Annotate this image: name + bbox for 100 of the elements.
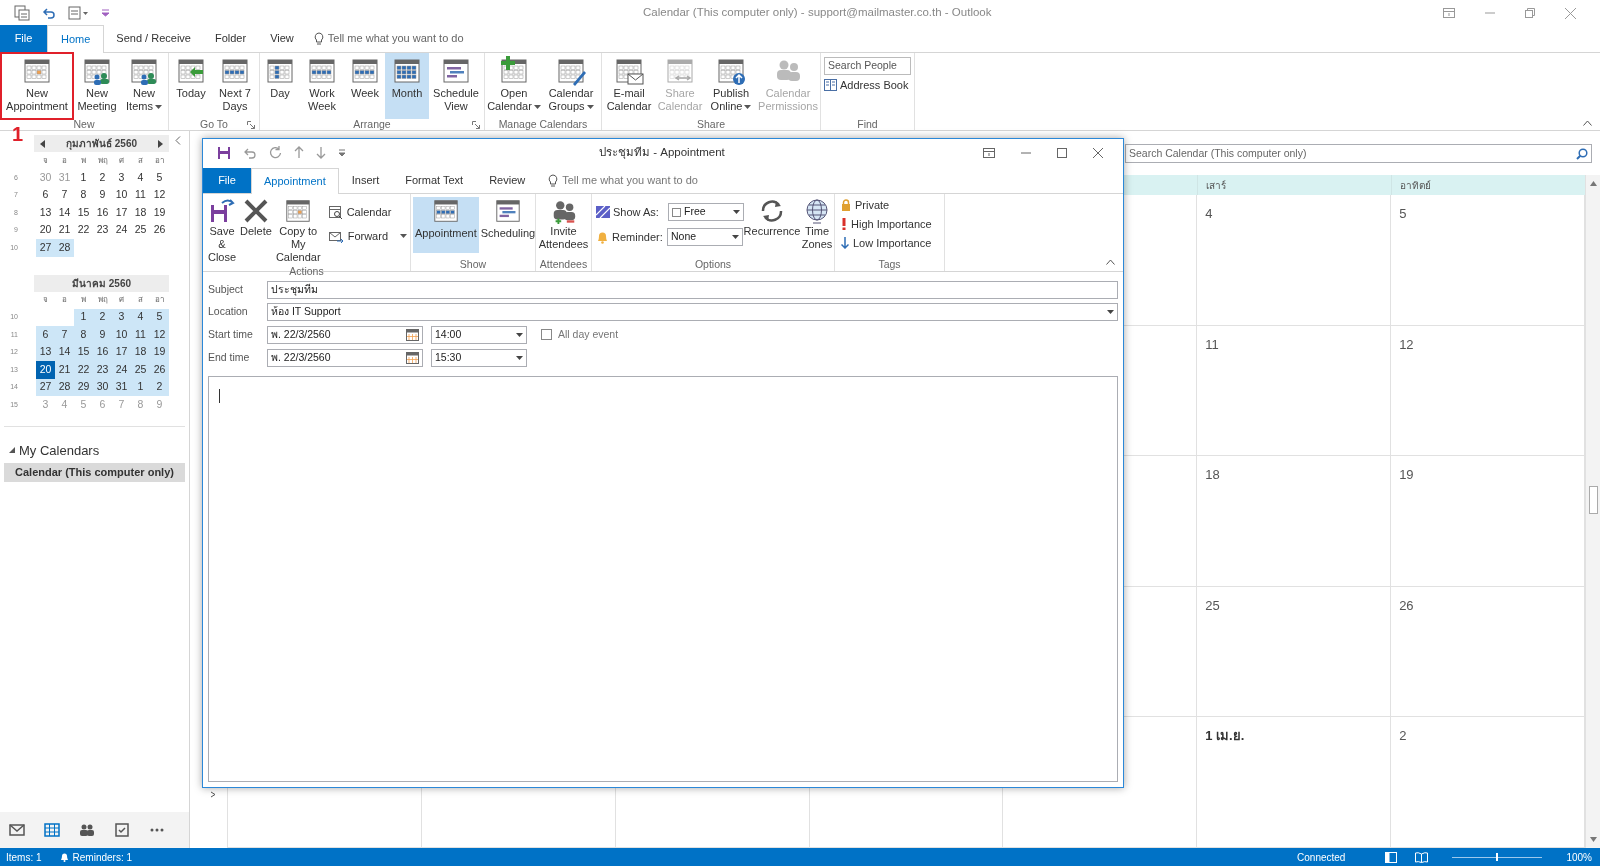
ribbon-tab[interactable]: Appointment	[251, 168, 339, 194]
date-field[interactable]: พ. 22/3/2560	[267, 325, 423, 344]
calendar-day[interactable]: 26	[150, 361, 169, 379]
calendar-day[interactable]: 12	[150, 186, 169, 204]
calendar-day[interactable]: 7	[55, 186, 74, 204]
ribbon-display-icon[interactable]	[1443, 8, 1455, 18]
scroll-up-icon[interactable]	[1589, 181, 1597, 186]
close-icon[interactable]	[1565, 7, 1576, 19]
ribbon-tab[interactable]: Home	[47, 25, 105, 53]
calendar-day[interactable]: 8	[74, 186, 93, 204]
expand-triangle-icon[interactable]	[9, 447, 15, 454]
calendar-day[interactable]: 7	[55, 326, 74, 344]
restore-icon[interactable]	[1525, 8, 1535, 18]
ribbon-button[interactable]: New Items	[121, 53, 167, 119]
tasks-icon[interactable]	[114, 823, 130, 837]
ribbon-tab[interactable]: View	[258, 25, 306, 52]
calendar-icon[interactable]	[406, 328, 419, 341]
address-book-button[interactable]: Address Book	[824, 77, 911, 93]
scroll-down-icon[interactable]	[1589, 837, 1597, 842]
ribbon-button[interactable]: Week	[345, 53, 385, 119]
zoom-slider[interactable]	[1452, 852, 1543, 862]
calendar-day[interactable]: 9	[93, 186, 112, 204]
tell-me-field[interactable]: Tell me what you want to do	[562, 172, 698, 189]
ribbon-button[interactable]: Scheduling	[478, 197, 538, 253]
dialog-launcher-icon[interactable]	[472, 121, 480, 129]
calendar-day[interactable]: 27	[36, 239, 55, 257]
scrollbar[interactable]	[1585, 175, 1600, 848]
ribbon-button[interactable]: Day	[261, 53, 299, 119]
calendar-day[interactable]: 16	[93, 204, 112, 222]
time-field[interactable]: 15:30	[431, 348, 527, 367]
calendar-day[interactable]: 19	[150, 204, 169, 222]
calendar-day[interactable]: 24	[112, 361, 131, 379]
calendar-icon[interactable]	[406, 351, 419, 364]
calendar-day[interactable]: 28	[55, 239, 74, 257]
ribbon-button[interactable]: Save & Close	[206, 197, 239, 264]
ribbon-button[interactable]: Time Zones	[800, 197, 834, 257]
scroll-thumb[interactable]	[1588, 486, 1598, 514]
calendar-day[interactable]: 11	[131, 186, 150, 204]
people-icon[interactable]	[79, 823, 95, 837]
customize-icon[interactable]	[338, 148, 346, 157]
ribbon-button[interactable]: Copy to My Calendar	[273, 197, 323, 264]
next-month-icon[interactable]	[158, 139, 163, 148]
calendar-day[interactable]: 1	[74, 308, 93, 326]
subject-field[interactable]: ประชุมทีม	[267, 281, 1118, 299]
calendar-day[interactable]: 2	[93, 169, 112, 187]
ribbon-button[interactable]: Invite Attendees	[537, 197, 590, 257]
calendar-icon[interactable]	[44, 823, 60, 837]
calendar-day[interactable]: 11	[131, 326, 150, 344]
checkbox[interactable]	[541, 329, 552, 340]
send-receive-icon[interactable]	[14, 5, 30, 21]
ribbon-display-icon[interactable]	[983, 147, 995, 158]
calendar-day[interactable]: 6	[36, 326, 55, 344]
calendar-day[interactable]: 23	[93, 361, 112, 379]
calendar-day[interactable]: 25	[131, 361, 150, 379]
small-ribbon-button[interactable]: Forward	[328, 227, 407, 245]
collapse-ribbon-icon[interactable]	[1583, 120, 1592, 126]
print-icon[interactable]	[68, 6, 90, 20]
folder-item[interactable]: Calendar (This computer only)	[4, 463, 185, 482]
calendar-day[interactable]: 21	[55, 221, 74, 239]
calendar-day[interactable]: 12	[150, 326, 169, 344]
up-arrow-icon[interactable]	[294, 146, 304, 159]
calendar-day[interactable]: 3	[112, 308, 131, 326]
ribbon-tab[interactable]: File	[203, 168, 251, 193]
ribbon-tab[interactable]: Folder	[202, 25, 259, 52]
calendar-day[interactable]: 22	[74, 221, 93, 239]
ribbon-button[interactable]: Calendar Groups	[542, 53, 600, 119]
down-arrow-icon[interactable]	[316, 146, 326, 159]
ribbon-button[interactable]: Today	[170, 53, 212, 119]
ribbon-tab[interactable]: Review	[476, 168, 539, 193]
ribbon-button[interactable]: Next 7 Days	[212, 53, 258, 119]
calendar-day[interactable]: 23	[93, 221, 112, 239]
ribbon-button[interactable]: New Meeting	[73, 53, 121, 119]
undo-icon[interactable]	[42, 7, 56, 19]
calendar-day[interactable]: 25	[131, 221, 150, 239]
ribbon-tab[interactable]: Format Text	[392, 168, 477, 193]
search-people-field[interactable]: Search People	[824, 57, 911, 75]
folder-group-title[interactable]: My Calendars	[19, 440, 100, 460]
calendar-day[interactable]: 4	[131, 169, 150, 187]
ribbon-button[interactable]: Delete	[240, 197, 272, 264]
undo-icon[interactable]	[243, 146, 257, 159]
ribbon-button[interactable]: Appointment	[413, 197, 479, 253]
calendar-day[interactable]: 21	[55, 361, 74, 379]
ribbon-button[interactable]: Schedule View	[429, 53, 483, 119]
ribbon-tab[interactable]: File	[0, 25, 47, 52]
tell-me-field[interactable]: Tell me what you want to do	[327, 30, 464, 47]
customize-icon[interactable]	[102, 9, 109, 17]
ribbon-button[interactable]: Open Calendar	[486, 53, 542, 119]
ribbon-button[interactable]: E-mail Calendar	[603, 53, 655, 119]
normal-view-icon[interactable]	[1385, 851, 1398, 863]
redo-icon[interactable]	[269, 146, 282, 159]
calendar-day[interactable]: 18	[131, 204, 150, 222]
small-ribbon-button[interactable]: Calendar	[328, 203, 407, 221]
calendar-day[interactable]: 4	[131, 308, 150, 326]
location-field[interactable]: ห้อง IT Support	[267, 303, 1118, 321]
small-ribbon-button[interactable]: Low Importance	[841, 235, 944, 251]
calendar-day[interactable]: 20	[36, 221, 55, 239]
bell-icon[interactable]	[59, 852, 69, 862]
small-ribbon-button[interactable]: High Importance	[841, 216, 944, 232]
dialog-launcher-icon[interactable]	[247, 121, 255, 129]
mail-icon[interactable]	[9, 823, 25, 837]
